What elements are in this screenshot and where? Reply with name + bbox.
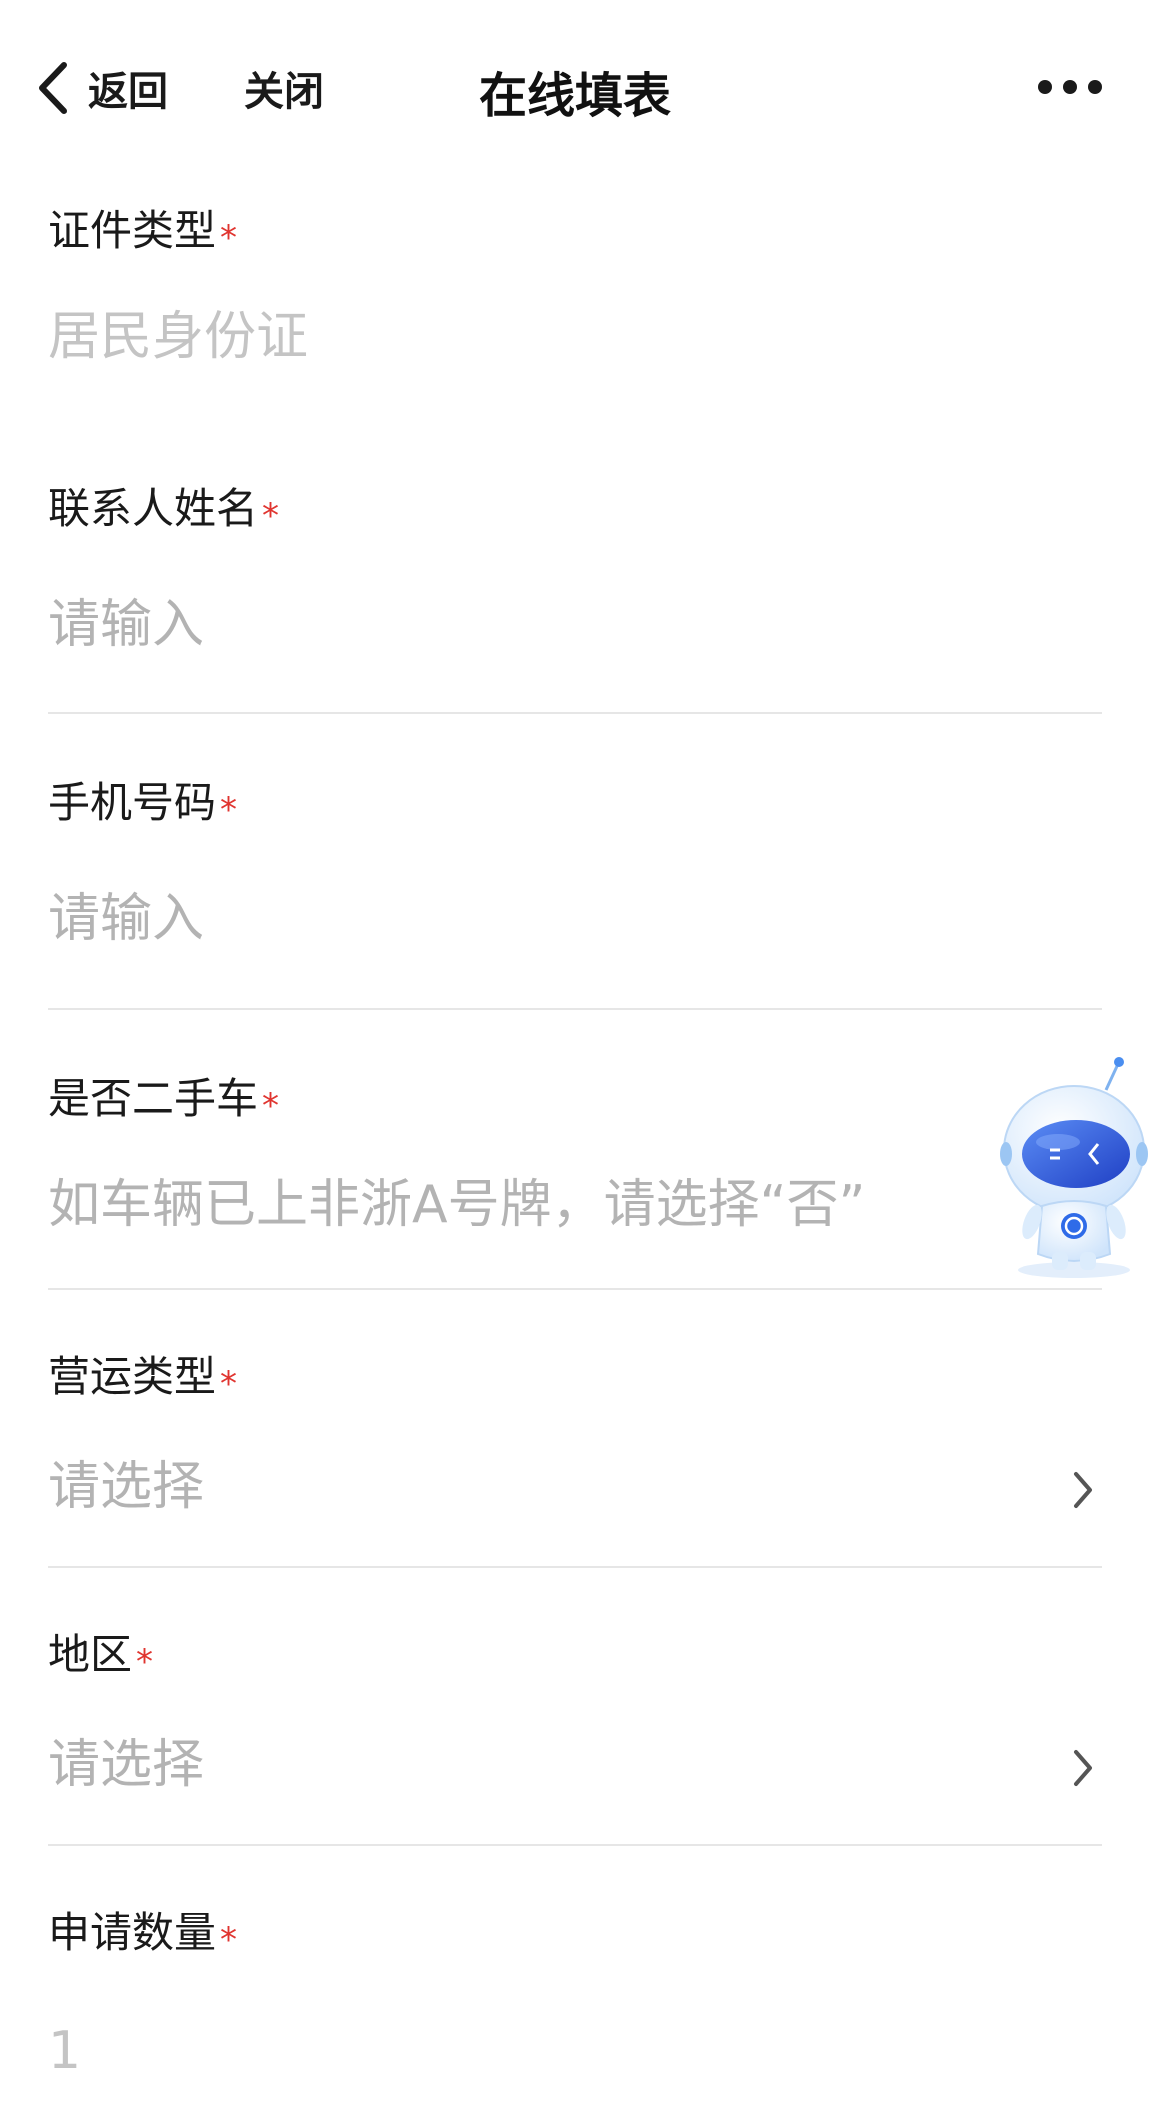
more-dot — [1063, 80, 1077, 94]
label-text: 地区 — [48, 1630, 133, 1679]
contact-name-input[interactable]: 请输入 — [48, 594, 1102, 656]
chevron-right-icon — [1074, 1472, 1092, 1508]
field-region[interactable]: 地区 * 请选择 — [48, 1630, 1102, 1846]
label-text: 手机号码 — [48, 778, 217, 827]
field-operation-type[interactable]: 营运类型 * 请选择 — [48, 1352, 1102, 1568]
more-dots-icon[interactable] — [1038, 72, 1102, 102]
required-mark: * — [262, 496, 280, 536]
required-mark: * — [220, 1364, 238, 1404]
label-text: 是否二手车 — [48, 1074, 259, 1123]
robot-assistant-icon[interactable] — [998, 1054, 1150, 1280]
field-label: 证件类型 * — [48, 206, 1102, 259]
page-title: 在线填表 — [478, 68, 671, 124]
divider — [48, 1566, 1102, 1568]
field-id-type: 证件类型 * 居民身份证 — [48, 206, 1102, 386]
field-contact-name: 联系人姓名 * 请输入 — [48, 484, 1102, 714]
required-mark: * — [220, 790, 238, 830]
field-phone: 手机号码 * 请输入 — [48, 778, 1102, 1010]
online-form-page: 返回 关闭 在线填表 证件类型 * 居民身份证 联系人姓名 * 请输入 手机号码 * … — [0, 0, 1150, 2116]
id-type-value: 居民身份证 — [48, 307, 309, 367]
quantity-input[interactable]: 1 — [48, 2020, 1102, 2082]
phone-input[interactable]: 请输入 — [48, 888, 1102, 950]
field-quantity: 申请数量 * 1 — [48, 1908, 1102, 2108]
chevron-right-icon — [1074, 1750, 1092, 1786]
divider — [48, 1844, 1102, 1846]
region-select[interactable]: 请选择 — [48, 1734, 1102, 1796]
field-label: 手机号码 * — [48, 778, 1102, 831]
field-label: 是否二手车 * — [48, 1074, 1102, 1127]
nav-header: 返回 关闭 在线填表 — [0, 0, 1150, 170]
label-text: 申请数量 — [48, 1908, 217, 1957]
more-dot — [1088, 80, 1102, 94]
label-text: 营运类型 — [48, 1352, 217, 1401]
label-text: 联系人姓名 — [48, 484, 259, 533]
label-text: 证件类型 — [48, 206, 217, 255]
required-mark: * — [136, 1642, 154, 1682]
divider — [48, 1288, 1102, 1290]
field-label: 申请数量 * — [48, 1908, 1102, 1961]
required-mark: * — [220, 1920, 238, 1960]
operation-type-select[interactable]: 请选择 — [48, 1456, 1102, 1518]
second-hand-select[interactable]: 如车辆已上非浙A号牌，请选择“否” — [48, 1174, 1102, 1236]
divider — [48, 712, 1102, 714]
required-mark: * — [262, 1086, 280, 1126]
more-dot — [1038, 80, 1052, 94]
divider — [48, 1008, 1102, 1010]
field-label: 地区 * — [48, 1630, 1102, 1683]
field-second-hand: 是否二手车 * 如车辆已上非浙A号牌，请选择“否” — [48, 1074, 1102, 1290]
required-mark: * — [220, 218, 238, 258]
field-label: 联系人姓名 * — [48, 484, 1102, 537]
field-label: 营运类型 * — [48, 1352, 1102, 1405]
